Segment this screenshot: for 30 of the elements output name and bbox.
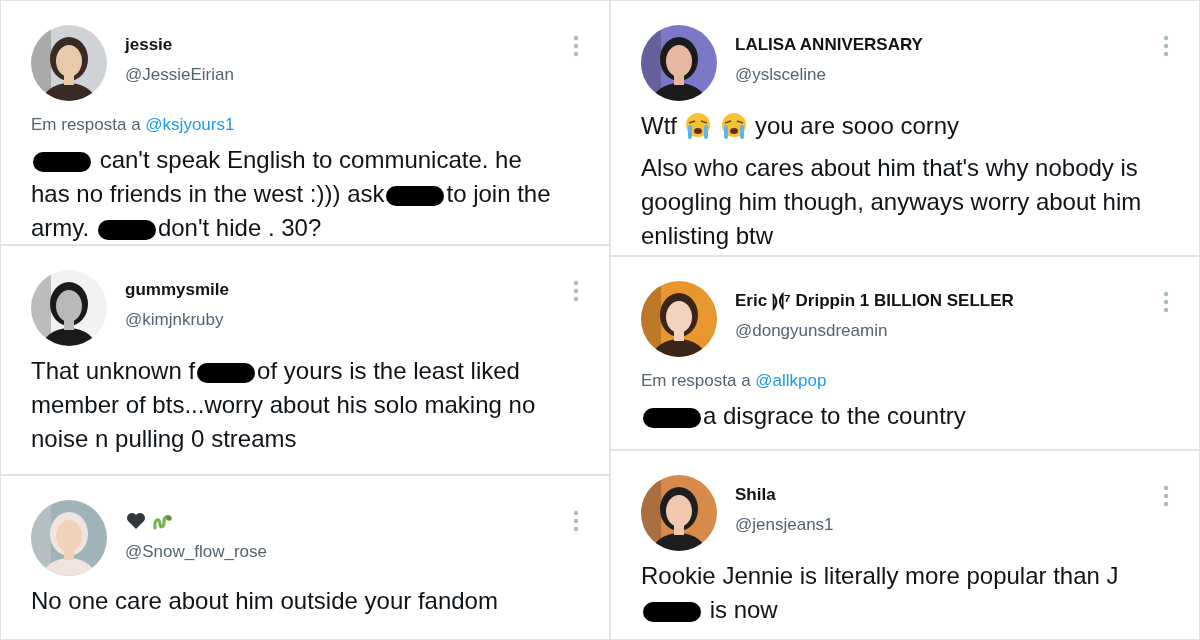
heart-icon [125, 510, 147, 532]
tweet-text: That unknown f of yours is the least liked member of bts...worry about his solo making no noise n pulling 0 streams [31, 356, 537, 454]
tweet-text: you are sooo corny [755, 111, 960, 141]
display-name[interactable]: jessie [125, 35, 173, 55]
tweet-text: Wtf [641, 111, 677, 141]
user-handle[interactable]: @JessieEirian [125, 65, 555, 85]
display-name[interactable]: Eric ⟭⟬⁷ Drippin 1 BILLION SELLER [735, 291, 1014, 311]
user-handle[interactable]: @yslsceline [735, 65, 1145, 85]
user-handle[interactable]: @dongyunsdreamin [735, 321, 1145, 341]
reply-label: Em resposta a [31, 115, 141, 134]
user-handle[interactable]: @jensjeans1 [735, 515, 1145, 535]
crying-face-icon [683, 111, 713, 141]
more-icon[interactable] [573, 35, 579, 57]
tweet-text: Also who cares about him that's why nobody is googling him though, anyways worry about him enlisting btw [641, 153, 1143, 251]
more-icon[interactable] [1163, 485, 1169, 507]
display-name[interactable]: Shila [735, 485, 776, 505]
user-handle[interactable]: @kimjnkruby [125, 310, 555, 330]
more-icon[interactable] [1163, 291, 1169, 313]
tweet-text: can't speak English to communicate. he has no friends in the west :))) ask to join the army. don't hide . 30? [31, 145, 552, 243]
more-icon[interactable] [1163, 35, 1169, 57]
reply-label: Em resposta a [641, 371, 751, 390]
more-icon[interactable] [573, 280, 579, 302]
crying-face-icon [719, 111, 749, 141]
display-name[interactable]: gummysmile [125, 280, 229, 300]
tweet-text: No one care about him outside your fandom [31, 586, 499, 616]
more-icon[interactable] [573, 510, 579, 532]
user-handle[interactable]: @Snow_flow_rose [125, 542, 555, 562]
tweet-text: a disgrace to the country [641, 399, 1169, 433]
tweet-text: Rookie Jennie is literally more popular than J is now [641, 561, 1120, 625]
display-name[interactable]: LALISA ANNIVERSARY [735, 35, 923, 55]
